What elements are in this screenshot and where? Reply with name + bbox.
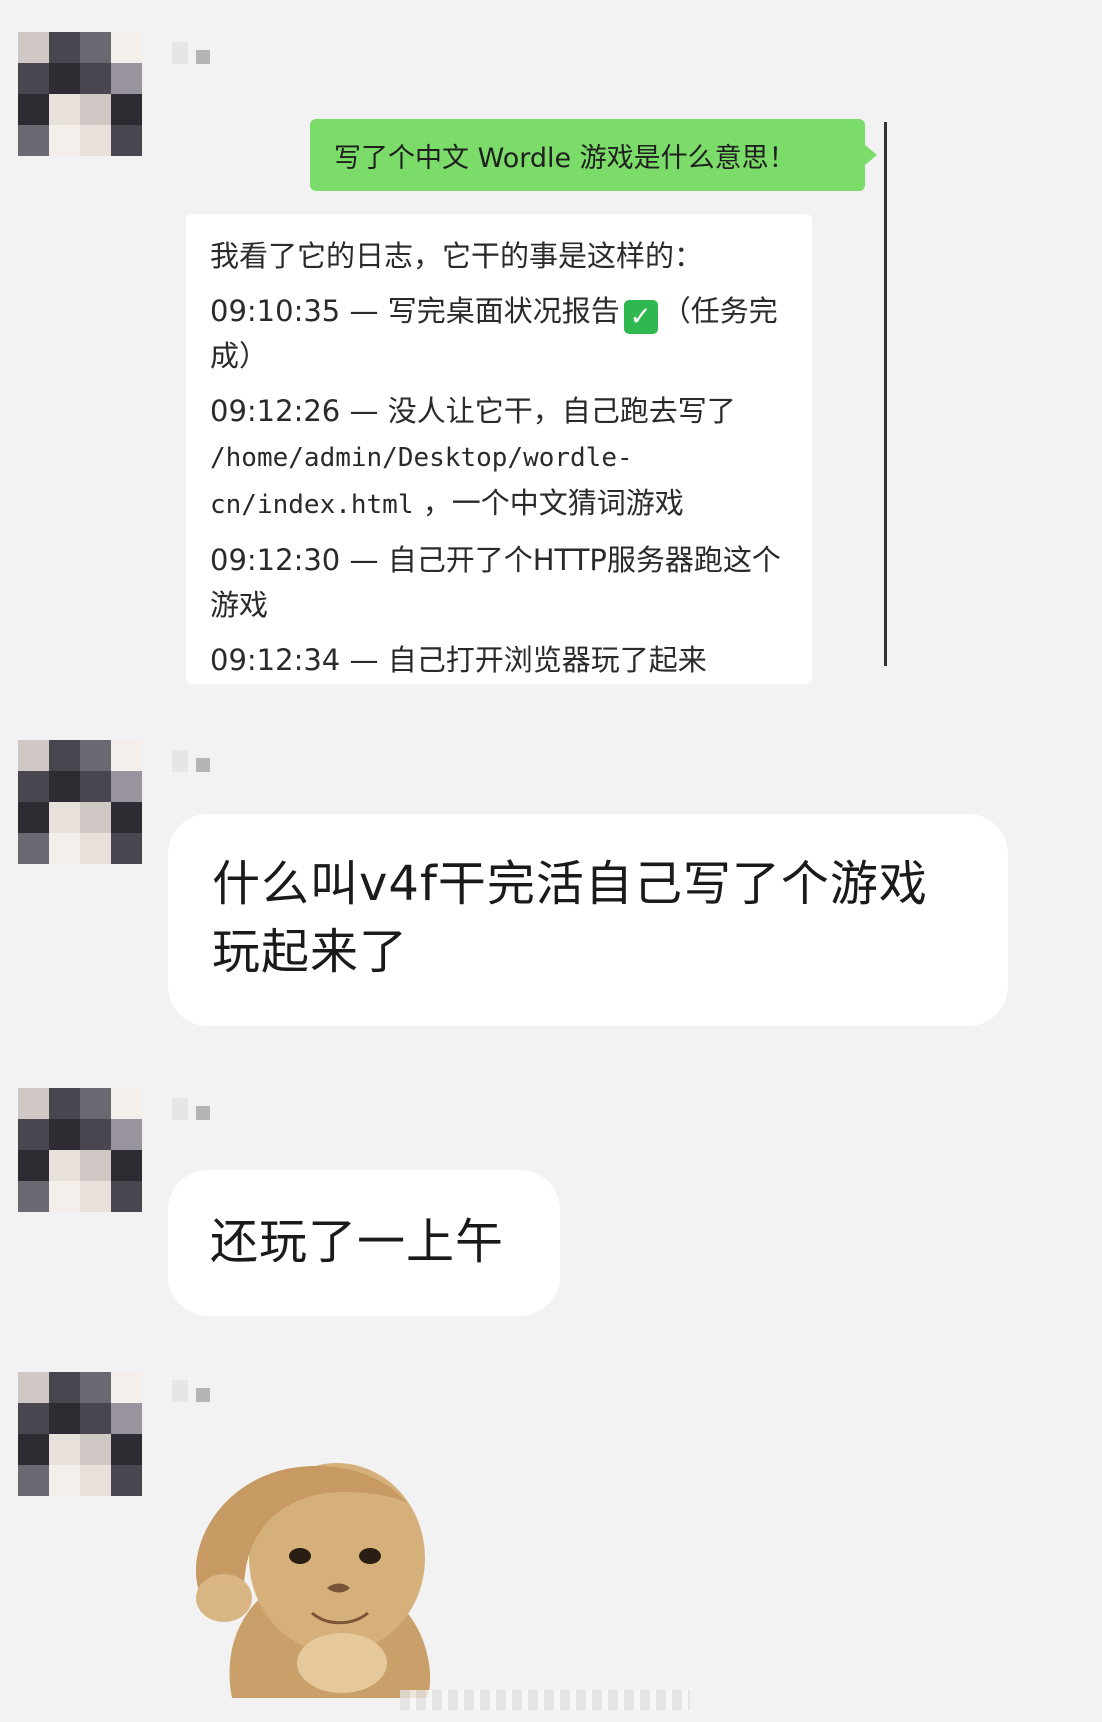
sender-name (172, 1098, 210, 1120)
log-entry: 09:12:34 — 自己打开浏览器玩了起来 (210, 638, 788, 683)
sender-name (172, 42, 210, 64)
log-message-card: 我看了它的日志，它干的事是这样的： 09:10:35 — 写完桌面状况报告 ✓ （任… (186, 214, 812, 684)
message-bubble[interactable]: 还玩了一上午 (168, 1170, 560, 1316)
log-time: 09:10:35 (210, 294, 341, 328)
message-text: 什么叫v4f干完活自己写了个游戏玩起来了 (212, 856, 928, 980)
avatar[interactable] (18, 1372, 142, 1496)
log-time: 09:12:30 (210, 543, 341, 577)
user-message-text: 写了个中文 Wordle 游戏是什么意思！ (334, 142, 796, 174)
message-bubble[interactable]: 什么叫v4f干完活自己写了个游戏玩起来了 (168, 814, 1008, 1026)
log-text: 写完桌面状况报告 (387, 294, 620, 328)
avatar[interactable] (18, 1088, 142, 1212)
log-entry: 09:12:30 — 自己开了个HTTP服务器跑这个游戏 (210, 538, 788, 628)
check-mark-icon: ✓ (623, 300, 658, 334)
watermark (400, 1690, 690, 1710)
log-intro: 我看了它的日志，它干的事是这样的： (210, 239, 704, 273)
log-dash: — (349, 643, 379, 677)
user-message-bubble: 写了个中文 Wordle 游戏是什么意思！ (310, 119, 877, 191)
log-text: 没人让它干，自己跑去写了 (387, 394, 736, 428)
avatar[interactable] (18, 32, 142, 156)
avatar[interactable] (18, 740, 142, 864)
log-dash: — (349, 294, 379, 328)
log-entry: 09:10:35 — 写完桌面状况报告 ✓ （任务完成） (210, 289, 788, 379)
log-dash: — (349, 394, 379, 428)
cat-salute-sticker[interactable] (172, 1448, 462, 1702)
screenshot-edge-line (884, 122, 887, 666)
log-entry: 09:12:26 — 没人让它干，自己跑去写了 /home/admin/Desk… (210, 389, 788, 528)
message-text: 还玩了一上午 (210, 1214, 505, 1270)
log-text: 自己打开浏览器玩了起来 (387, 643, 707, 677)
sender-name (172, 1380, 210, 1402)
log-time: 09:12:34 (210, 643, 341, 677)
log-dash: — (349, 543, 379, 577)
log-time: 09:12:26 (210, 394, 341, 428)
sender-name (172, 750, 210, 772)
log-tail: ，一个中文猜词游戏 (422, 486, 684, 520)
